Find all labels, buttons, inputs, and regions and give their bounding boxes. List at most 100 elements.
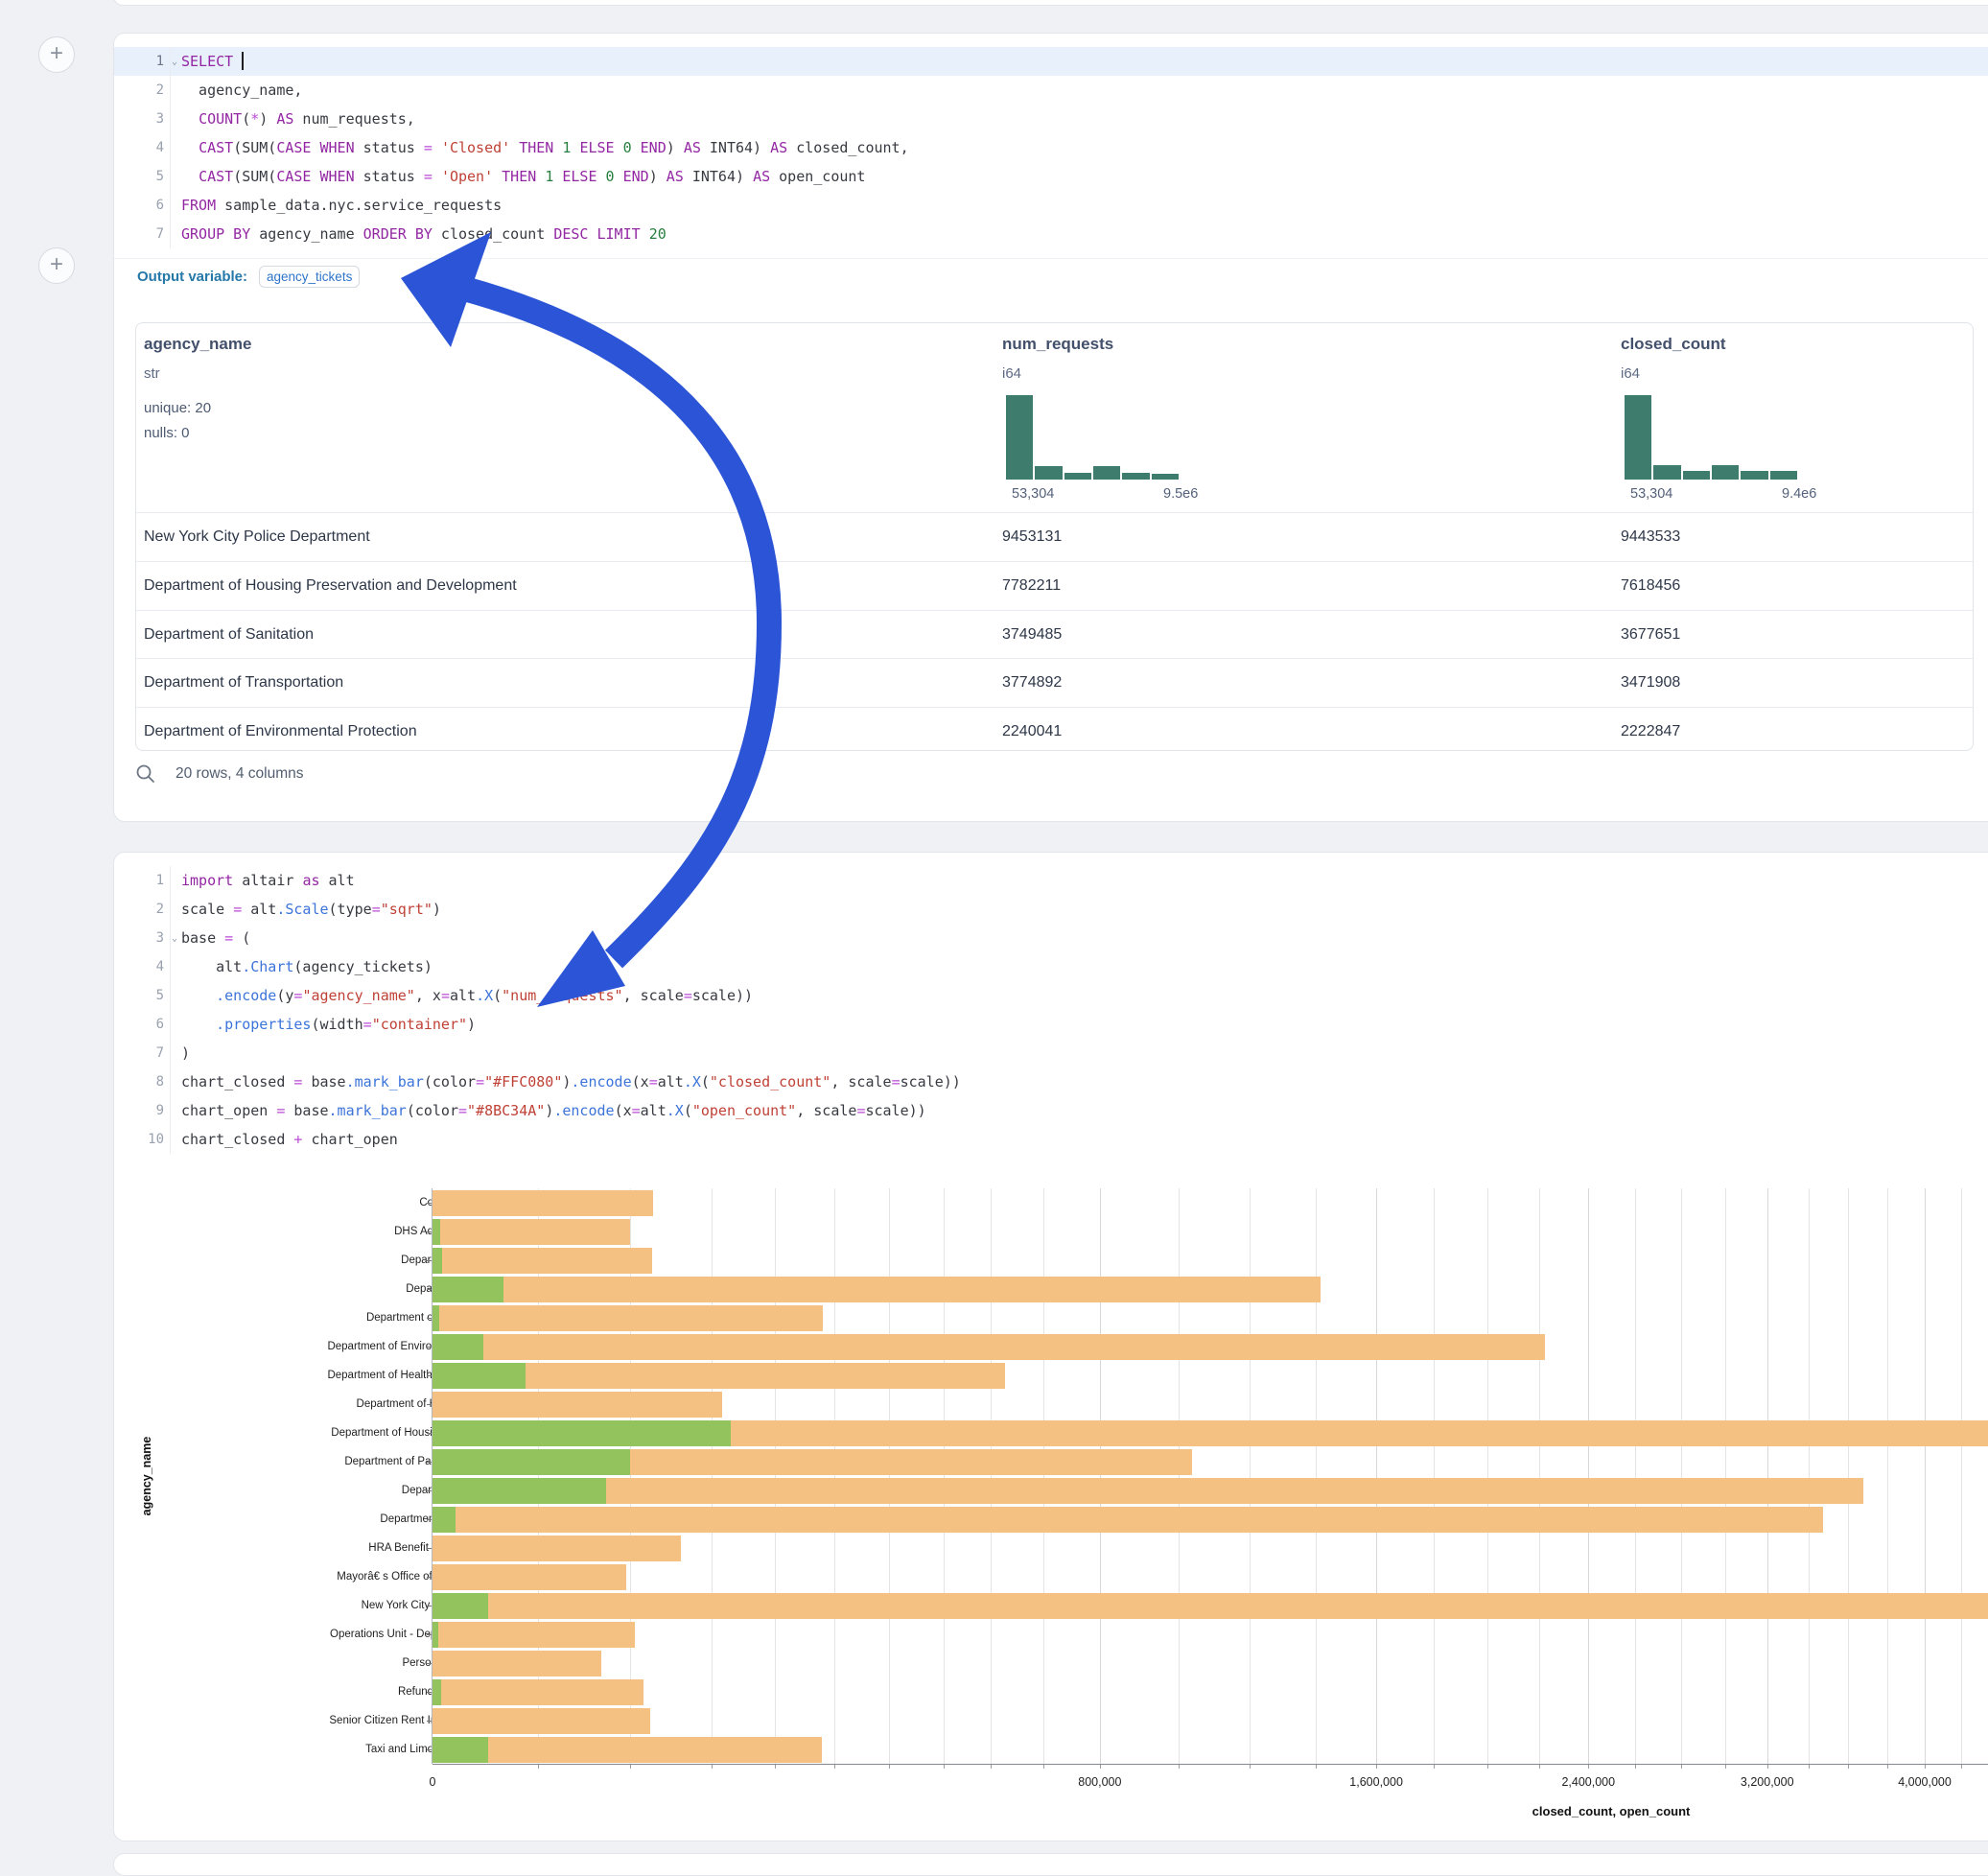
code-line[interactable]: 5 CAST(SUM(CASE WHEN status = 'Open' THE… [114, 162, 1988, 191]
output-variable-label: Output variable: [137, 269, 247, 285]
column-dtype: i64 [1621, 365, 1640, 382]
code-line[interactable]: 9chart_open = base.mark_bar(color="#8BC3… [114, 1096, 1988, 1125]
code-text: CAST(SUM(CASE WHEN status = 'Open' THEN … [170, 162, 1988, 191]
code-line[interactable]: 7) [114, 1039, 1988, 1067]
line-number: 8 [114, 1067, 170, 1096]
table-cell: 2222847 [1621, 708, 1680, 751]
code-line[interactable]: 10chart_closed + chart_open [114, 1125, 1988, 1154]
line-number: 5 [114, 981, 170, 1010]
search-icon[interactable] [135, 763, 156, 785]
gridline [1681, 1188, 1682, 1764]
x-axis-tick [1434, 1765, 1435, 1769]
gridline [1316, 1188, 1317, 1764]
bar-closed-count [433, 1190, 653, 1216]
table-cell: 7618456 [1621, 562, 1680, 609]
x-axis-tick-label: 2,400,000 [1561, 1775, 1615, 1789]
y-axis-tick [427, 1577, 432, 1578]
fold-chevron-icon[interactable]: ⌄ [172, 48, 177, 77]
table-row[interactable]: Department of Environmental Protection22… [136, 707, 1973, 751]
column-histogram [1625, 395, 1797, 480]
gridline [1179, 1188, 1180, 1764]
add-cell-button[interactable]: + [38, 36, 75, 73]
bar-closed-count [433, 1507, 1823, 1533]
bar-closed-count [433, 1536, 681, 1561]
y-axis-tick [427, 1347, 432, 1348]
output-variable-input[interactable]: agency_tickets [259, 266, 360, 288]
code-line[interactable]: 1⌄SELECT [114, 47, 1988, 76]
code-line[interactable]: 5 .encode(y="agency_name", x=alt.X("num_… [114, 981, 1988, 1010]
x-axis-tick-label: 1,600,000 [1349, 1775, 1403, 1789]
code-line[interactable]: 4 CAST(SUM(CASE WHEN status = 'Closed' T… [114, 133, 1988, 162]
x-axis-tick [1961, 1765, 1962, 1769]
chart-plot-area: 0800,0001,600,0002,400,0003,200,0004,000… [432, 1188, 1988, 1764]
code-text: chart_closed = base.mark_bar(color="#FFC… [170, 1067, 1988, 1096]
code-line[interactable]: 1import altair as alt [114, 866, 1988, 895]
column-dtype: str [144, 365, 160, 382]
bar-open-count [433, 1622, 438, 1648]
code-line[interactable]: 3⌄base = ( [114, 924, 1988, 952]
bar-closed-count [433, 1737, 822, 1763]
column-name: agency_name [144, 335, 251, 354]
histogram-bin [1770, 471, 1797, 480]
code-line[interactable]: 6FROM sample_data.nyc.service_requests [114, 191, 1988, 220]
bar-open-count [433, 1363, 526, 1389]
code-line[interactable]: 8chart_closed = base.mark_bar(color="#FF… [114, 1067, 1988, 1096]
gridline [630, 1188, 631, 1764]
table-row[interactable]: Department of Sanitation37494853677651 [136, 610, 1973, 659]
table-row[interactable]: New York City Police Department945313194… [136, 512, 1973, 561]
gridline [1250, 1188, 1251, 1764]
x-axis-tick [1887, 1765, 1888, 1769]
bar-open-count [433, 1248, 442, 1274]
output-variable-row: Output variable: agency_tickets [114, 258, 1988, 294]
y-axis-tick [427, 1462, 432, 1463]
histogram-bin [1006, 395, 1033, 480]
code-line[interactable]: 7GROUP BY agency_name ORDER BY closed_co… [114, 220, 1988, 248]
bar-closed-count [433, 1334, 1545, 1360]
code-text: CAST(SUM(CASE WHEN status = 'Closed' THE… [170, 133, 1988, 162]
bar-open-count [433, 1737, 488, 1763]
bar-open-count [433, 1277, 503, 1302]
bar-closed-count [433, 1593, 1988, 1619]
code-line[interactable]: 2scale = alt.Scale(type="sqrt") [114, 895, 1988, 924]
x-axis-tick [1848, 1765, 1849, 1769]
gridline [775, 1188, 776, 1764]
code-text: chart_closed + chart_open [170, 1125, 1988, 1154]
table-cell: 3471908 [1621, 659, 1680, 706]
bar-open-count [433, 1219, 440, 1245]
y-axis-tick [427, 1260, 432, 1261]
line-number: 7 [114, 1039, 170, 1067]
fold-chevron-icon[interactable]: ⌄ [172, 925, 177, 953]
line-number: 4 [114, 952, 170, 981]
column-name: closed_count [1621, 335, 1726, 354]
bar-closed-count [433, 1248, 652, 1274]
column-header-closed-count[interactable]: closed_count i64 53,304 9.4e6 [1621, 323, 1966, 512]
python-code-editor[interactable]: 1import altair as alt2scale = alt.Scale(… [114, 853, 1988, 1154]
sql-code-editor[interactable]: 1⌄SELECT 2 agency_name,3 COUNT(*) AS num… [114, 34, 1988, 248]
code-line[interactable]: 4 alt.Chart(agency_tickets) [114, 952, 1988, 981]
y-axis-tick [427, 1404, 432, 1405]
line-number: 3⌄ [114, 924, 170, 952]
table-cell: Department of Sanitation [144, 611, 314, 658]
code-line[interactable]: 2 agency_name, [114, 76, 1988, 105]
column-stat-nulls: nulls: 0 [144, 425, 190, 441]
table-row[interactable]: Department of Housing Preservation and D… [136, 561, 1973, 610]
add-cell-button[interactable]: + [38, 247, 75, 284]
code-text: .encode(y="agency_name", x=alt.X("num_re… [170, 981, 1988, 1010]
code-line[interactable]: 6 .properties(width="container") [114, 1010, 1988, 1039]
bar-open-count [433, 1478, 606, 1504]
code-line[interactable]: 3 COUNT(*) AS num_requests, [114, 105, 1988, 133]
y-axis-tick [427, 1721, 432, 1722]
bar-open-count [433, 1334, 483, 1360]
histogram-bin [1064, 473, 1091, 480]
gridline [834, 1188, 835, 1764]
y-axis-tick [427, 1203, 432, 1204]
table-row[interactable]: Department of Transportation377489234719… [136, 658, 1973, 707]
bar-closed-count [433, 1622, 635, 1648]
column-header-agency-name[interactable]: agency_name str unique: 20 nulls: 0 [144, 323, 988, 512]
y-axis-tick [427, 1519, 432, 1520]
column-header-num-requests[interactable]: num_requests i64 53,304 9.5e6 [1002, 323, 1597, 512]
table-cell: Department of Transportation [144, 659, 343, 706]
bar-closed-count [433, 1708, 650, 1734]
y-axis-tick [427, 1231, 432, 1232]
histogram-bin [1712, 465, 1739, 480]
